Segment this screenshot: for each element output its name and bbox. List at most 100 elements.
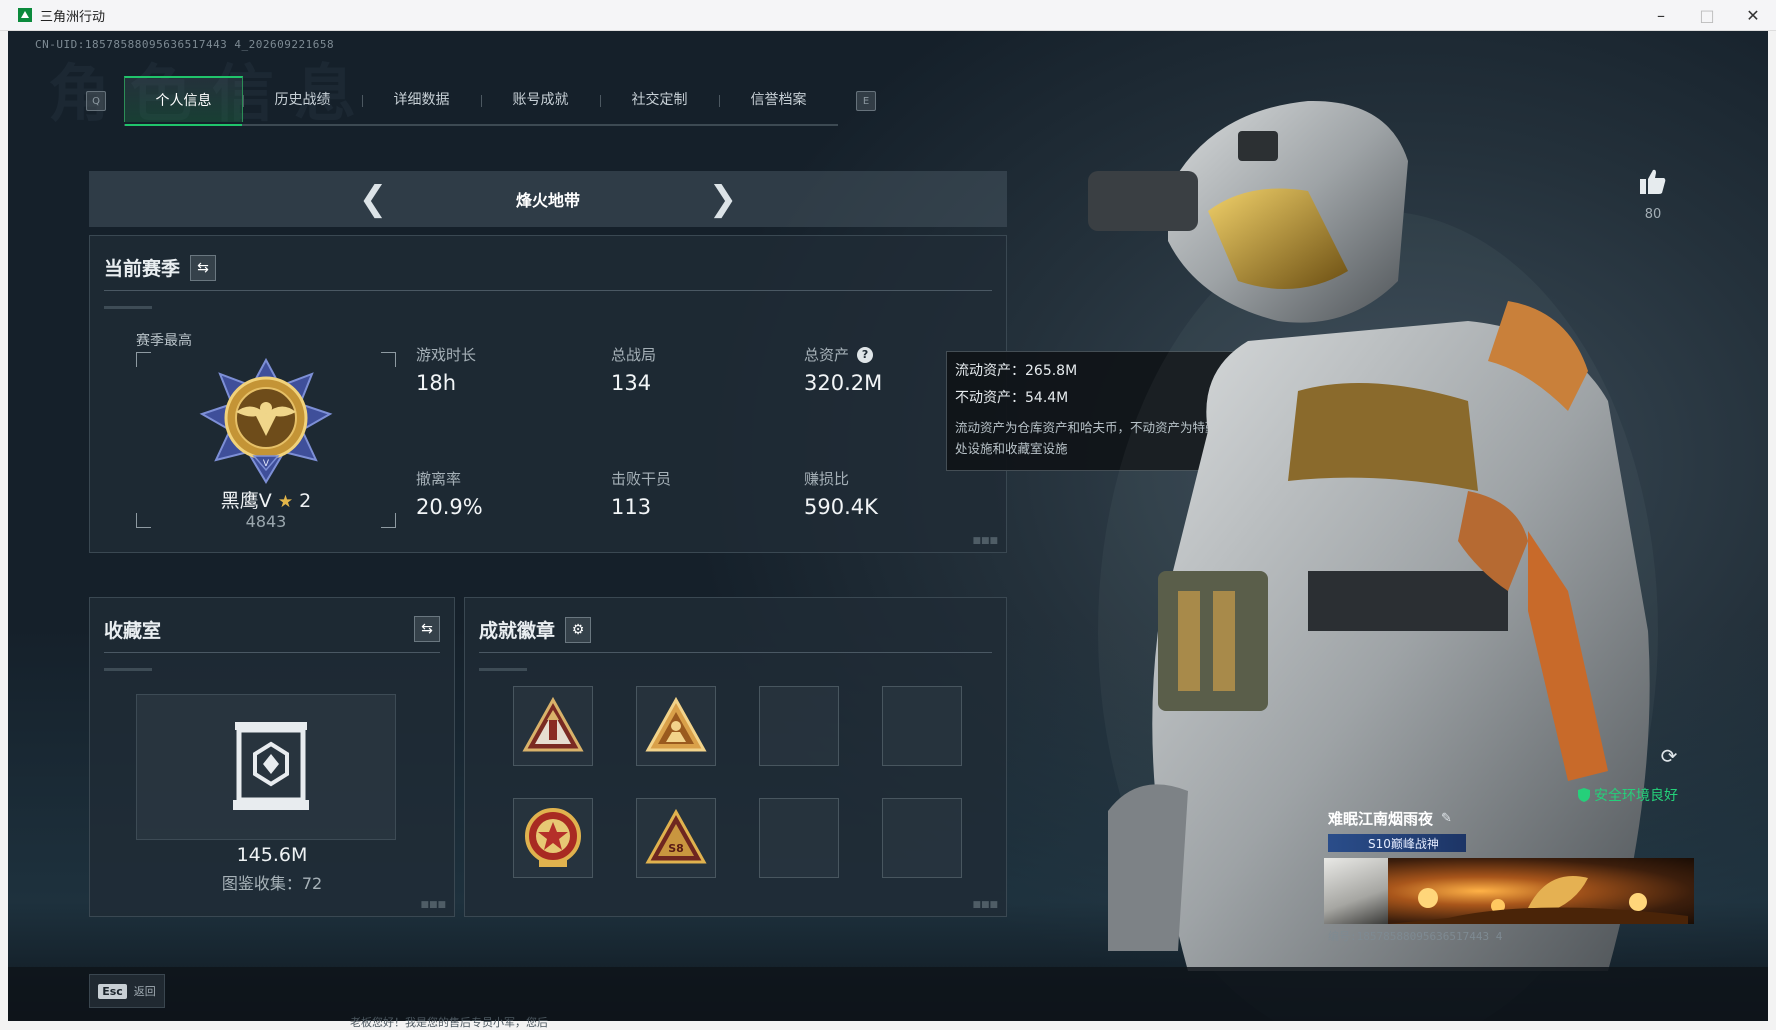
- stat-label-row: 总资产 ?: [804, 344, 954, 365]
- season-best-label: 赛季最高: [136, 333, 192, 349]
- star-medal-badge-icon: [525, 808, 581, 867]
- rank-star-icon: ★: [277, 492, 294, 512]
- tab-credit[interactable]: 信誉档案: [719, 76, 838, 122]
- badge-slot-3[interactable]: [759, 686, 839, 766]
- badge-slot-4[interactable]: [882, 686, 962, 766]
- refresh-icon[interactable]: ⟳: [1658, 744, 1680, 768]
- player-name-card[interactable]: 难眠江南烟雨夜 ✎ S10巅峰战神 编号:1857858809563651744…: [1320, 806, 1694, 943]
- window-controls: – □ ✕: [1638, 0, 1776, 30]
- stat-total-matches: 总战局 134: [611, 344, 761, 395]
- help-icon[interactable]: ?: [857, 346, 874, 363]
- collection-title: 收藏室: [104, 620, 162, 642]
- mode-prev-arrow-icon[interactable]: ❮: [353, 179, 393, 219]
- bottom-bar: [8, 967, 1768, 1021]
- back-label: 返回: [133, 985, 156, 998]
- mode-next-arrow-icon[interactable]: ❯: [703, 179, 743, 219]
- environment-status-text: 安全环境良好: [1594, 788, 1678, 804]
- frame-corner: [136, 352, 151, 367]
- tab-bar: Q 个人信息 历史战绩 详细数据 账号成就 社交定制 信誉档案 E: [86, 76, 876, 126]
- avatar[interactable]: [1324, 858, 1388, 924]
- game-viewport: 角色信息 CN-UID:18578588095636517443 4_20260…: [8, 31, 1768, 1021]
- divider: [479, 652, 992, 653]
- frame-corner: [381, 352, 396, 367]
- collection-count: 图鉴收集：72: [221, 874, 323, 893]
- player-id: 编号:18578588095636517443 4: [1328, 930, 1503, 943]
- rank-name-line: 黑鹰V ★ 2: [136, 486, 396, 513]
- badges-panel: 成就徽章 ⚙ S8 ■■■: [464, 597, 1007, 917]
- stat-value: 320.2M: [804, 371, 883, 395]
- uid-line: CN-UID:18578588095636517443 4_2026092216…: [35, 38, 335, 51]
- badges-settings-gear-icon[interactable]: ⚙: [565, 616, 592, 643]
- thumbs-up-icon[interactable]: [1638, 167, 1668, 197]
- mode-selector: ❮ 烽火地带 ❯: [89, 171, 1007, 227]
- display-case-icon: [233, 722, 309, 810]
- season-panel: 当前赛季 ⇆ 赛季最高 V 黑鹰V ★ 2 4843 游戏时长 18h 总战局 …: [89, 235, 1007, 553]
- like-count: 80: [1644, 207, 1662, 222]
- maximize-button[interactable]: □: [1684, 0, 1730, 30]
- app-logo-icon: [18, 8, 32, 22]
- corner-decoration: ■■■: [420, 900, 446, 910]
- season-title: 当前赛季: [104, 258, 181, 280]
- divider: [479, 668, 527, 671]
- season-header: 当前赛季 ⇆: [104, 254, 217, 281]
- stat-value: 20.9%: [416, 495, 483, 519]
- stat-label: 游戏时长: [416, 346, 477, 364]
- lantern-boat-banner-art: [1388, 876, 1688, 924]
- collection-value: 145.6M: [236, 844, 308, 866]
- stat-value: 134: [611, 371, 652, 395]
- stat-label: 总战局: [611, 346, 657, 364]
- rank-eagle-emblem-icon: V: [199, 357, 333, 484]
- collection-swap-button[interactable]: ⇆: [414, 616, 440, 642]
- minimize-button[interactable]: –: [1638, 0, 1684, 30]
- badge-slot-1[interactable]: [513, 686, 593, 766]
- divider: [104, 306, 152, 309]
- tab-detailed-data[interactable]: 详细数据: [362, 76, 481, 122]
- shield-check-icon: [1578, 788, 1590, 802]
- divider: [104, 290, 992, 291]
- badge-slot-8[interactable]: [882, 798, 962, 878]
- tab-prev-key[interactable]: Q: [86, 91, 106, 111]
- badge-slot-7[interactable]: [759, 798, 839, 878]
- rank-score: 4843: [245, 512, 287, 531]
- rank-name: 黑鹰V: [220, 490, 272, 512]
- chat-message-preview: 老板您好！我是您的售后专员小军，您后: [350, 1016, 548, 1029]
- close-button[interactable]: ✕: [1730, 0, 1776, 30]
- badge-slot-5[interactable]: [513, 798, 593, 878]
- tab-achievements[interactable]: 账号成就: [481, 76, 600, 122]
- tab-social[interactable]: 社交定制: [600, 76, 719, 122]
- window-title: 三角洲行动: [40, 9, 106, 25]
- stat-operators-defeated: 击败干员 113: [611, 468, 761, 519]
- back-button[interactable]: Esc 返回: [89, 974, 165, 1008]
- stat-label: 赚损比: [804, 470, 850, 488]
- edit-pencil-icon[interactable]: ✎: [1441, 811, 1452, 826]
- player-name: 难眠江南烟雨夜: [1328, 810, 1434, 828]
- badges-header: 成就徽章 ⚙: [479, 616, 592, 643]
- stat-extraction-rate: 撤离率 20.9%: [416, 468, 566, 519]
- svg-text:S8: S8: [668, 842, 684, 855]
- tab-list: 个人信息 历史战绩 详细数据 账号成就 社交定制 信誉档案: [124, 76, 838, 126]
- triangle-s8-badge-icon: S8: [645, 808, 707, 864]
- collection-header: 收藏室: [104, 616, 440, 643]
- tab-next-key[interactable]: E: [856, 91, 876, 111]
- season-swap-button[interactable]: ⇆: [190, 254, 217, 281]
- badge-slot-6[interactable]: S8: [636, 798, 716, 878]
- tab-history[interactable]: 历史战绩: [243, 76, 362, 122]
- triangle-tower-badge-icon: [522, 696, 584, 752]
- stat-label: 总资产: [804, 346, 850, 364]
- title-badge: S10巅峰战神: [1328, 834, 1466, 852]
- environment-status: 安全环境良好: [1578, 785, 1678, 805]
- divider: [104, 668, 152, 671]
- stat-value: 590.4K: [804, 495, 878, 519]
- mode-name: 烽火地带: [515, 191, 580, 210]
- corner-decoration: ■■■: [972, 536, 998, 546]
- stat-playtime: 游戏时长 18h: [416, 344, 566, 395]
- esc-keycap: Esc: [98, 983, 127, 999]
- corner-decoration: ■■■: [972, 900, 998, 910]
- badges-title: 成就徽章: [479, 620, 556, 642]
- stat-value: 18h: [416, 371, 457, 395]
- tab-personal-info[interactable]: 个人信息: [124, 76, 243, 126]
- name-card-banner-image: [1388, 858, 1694, 924]
- stat-profit-loss-ratio: 赚损比 590.4K: [804, 468, 954, 519]
- player-name-row: 难眠江南烟雨夜 ✎: [1328, 808, 1452, 829]
- badge-slot-2[interactable]: [636, 686, 716, 766]
